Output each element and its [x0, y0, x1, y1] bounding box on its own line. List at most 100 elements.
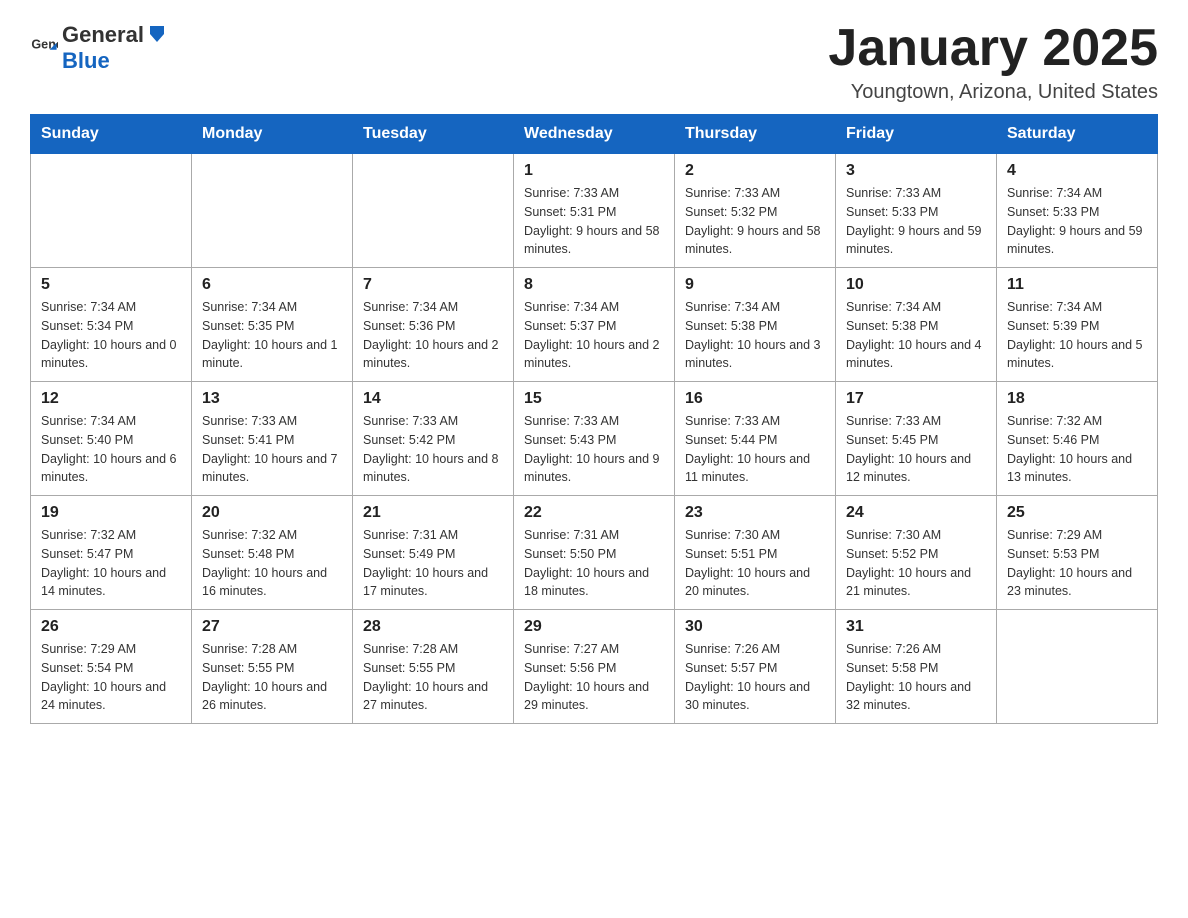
day-number: 30: [685, 618, 825, 636]
day-number: 23: [685, 504, 825, 522]
day-number: 27: [202, 618, 342, 636]
day-info: Sunrise: 7:34 AM Sunset: 5:34 PM Dayligh…: [41, 298, 181, 373]
table-row: 19Sunrise: 7:32 AM Sunset: 5:47 PM Dayli…: [31, 496, 192, 610]
logo-arrow-icon: [146, 20, 168, 42]
table-row: 8 Sunrise: 7:34 AM Sunset: 5:37 PM Daylig…: [514, 268, 675, 382]
day-number: 5: [41, 276, 181, 294]
day-info: Sunrise: 7:34 AM Sunset: 5:37 PM Dayligh…: [524, 298, 664, 373]
table-row: 3 Sunrise: 7:33 AM Sunset: 5:33 PM Daylig…: [836, 154, 997, 268]
table-row: 31 Sunrise: 7:26 AM Sunset: 5:58 PM Dayli…: [836, 610, 997, 724]
calendar-week-row: 12 Sunrise: 7:34 AM Sunset: 5:40 PM Dayli…: [31, 382, 1158, 496]
day-number: 10: [846, 276, 986, 294]
day-info: Sunrise: 7:34 AM Sunset: 5:36 PM Dayligh…: [363, 298, 503, 373]
table-row: [31, 154, 192, 268]
table-row: 9 Sunrise: 7:34 AM Sunset: 5:38 PM Daylig…: [675, 268, 836, 382]
table-row: 26Sunrise: 7:29 AM Sunset: 5:54 PM Dayli…: [31, 610, 192, 724]
day-number: 28: [363, 618, 503, 636]
day-info: Sunrise: 7:33 AM Sunset: 5:41 PM Dayligh…: [202, 412, 342, 487]
day-info: Sunrise: 7:31 AM Sunset: 5:50 PM Dayligh…: [524, 526, 664, 601]
table-row: 17Sunrise: 7:33 AM Sunset: 5:45 PM Dayli…: [836, 382, 997, 496]
logo-icon: General: [30, 33, 58, 61]
day-number: 31: [846, 618, 986, 636]
table-row: 12 Sunrise: 7:34 AM Sunset: 5:40 PM Dayli…: [31, 382, 192, 496]
day-info: Sunrise: 7:32 AM Sunset: 5:47 PM Dayligh…: [41, 526, 181, 601]
table-row: 2Sunrise: 7:33 AM Sunset: 5:32 PM Daylig…: [675, 154, 836, 268]
day-info: Sunrise: 7:28 AM Sunset: 5:55 PM Dayligh…: [202, 640, 342, 715]
page-header: General General Blue January 2025 Youngt…: [30, 20, 1158, 104]
day-info: Sunrise: 7:32 AM Sunset: 5:46 PM Dayligh…: [1007, 412, 1147, 487]
table-row: 10 Sunrise: 7:34 AM Sunset: 5:38 PM Dayli…: [836, 268, 997, 382]
table-row: 29 Sunrise: 7:27 AM Sunset: 5:56 PM Dayli…: [514, 610, 675, 724]
day-info: Sunrise: 7:33 AM Sunset: 5:42 PM Dayligh…: [363, 412, 503, 487]
table-row: 11Sunrise: 7:34 AM Sunset: 5:39 PM Dayli…: [997, 268, 1158, 382]
table-row: 5 Sunrise: 7:34 AM Sunset: 5:34 PM Daylig…: [31, 268, 192, 382]
day-number: 6: [202, 276, 342, 294]
calendar-week-row: 19Sunrise: 7:32 AM Sunset: 5:47 PM Dayli…: [31, 496, 1158, 610]
table-row: 22 Sunrise: 7:31 AM Sunset: 5:50 PM Dayli…: [514, 496, 675, 610]
day-number: 12: [41, 390, 181, 408]
day-number: 29: [524, 618, 664, 636]
day-info: Sunrise: 7:33 AM Sunset: 5:43 PM Dayligh…: [524, 412, 664, 487]
day-info: Sunrise: 7:30 AM Sunset: 5:52 PM Dayligh…: [846, 526, 986, 601]
day-number: 15: [524, 390, 664, 408]
day-info: Sunrise: 7:31 AM Sunset: 5:49 PM Dayligh…: [363, 526, 503, 601]
day-info: Sunrise: 7:28 AM Sunset: 5:55 PM Dayligh…: [363, 640, 503, 715]
logo-text-general: General: [62, 22, 144, 48]
calendar-table: Sunday Monday Tuesday Wednesday Thursday…: [30, 114, 1158, 724]
day-info: Sunrise: 7:26 AM Sunset: 5:57 PM Dayligh…: [685, 640, 825, 715]
day-number: 20: [202, 504, 342, 522]
calendar-week-row: 5 Sunrise: 7:34 AM Sunset: 5:34 PM Daylig…: [31, 268, 1158, 382]
table-row: 18 Sunrise: 7:32 AM Sunset: 5:46 PM Dayli…: [997, 382, 1158, 496]
day-info: Sunrise: 7:34 AM Sunset: 5:38 PM Dayligh…: [846, 298, 986, 373]
table-row: [192, 154, 353, 268]
day-info: Sunrise: 7:32 AM Sunset: 5:48 PM Dayligh…: [202, 526, 342, 601]
logo: General General Blue: [30, 20, 170, 74]
calendar-week-row: 1 Sunrise: 7:33 AM Sunset: 5:31 PM Daylig…: [31, 154, 1158, 268]
table-row: 24 Sunrise: 7:30 AM Sunset: 5:52 PM Dayli…: [836, 496, 997, 610]
day-number: 9: [685, 276, 825, 294]
day-info: Sunrise: 7:29 AM Sunset: 5:54 PM Dayligh…: [41, 640, 181, 715]
month-title: January 2025: [828, 20, 1158, 77]
day-number: 14: [363, 390, 503, 408]
day-info: Sunrise: 7:34 AM Sunset: 5:39 PM Dayligh…: [1007, 298, 1147, 373]
table-row: 20 Sunrise: 7:32 AM Sunset: 5:48 PM Dayli…: [192, 496, 353, 610]
title-block: January 2025 Youngtown, Arizona, United …: [828, 20, 1158, 104]
day-number: 21: [363, 504, 503, 522]
day-info: Sunrise: 7:34 AM Sunset: 5:33 PM Dayligh…: [1007, 184, 1147, 259]
day-info: Sunrise: 7:33 AM Sunset: 5:33 PM Dayligh…: [846, 184, 986, 259]
location-subtitle: Youngtown, Arizona, United States: [828, 81, 1158, 104]
table-row: 27 Sunrise: 7:28 AM Sunset: 5:55 PM Dayli…: [192, 610, 353, 724]
header-saturday: Saturday: [997, 115, 1158, 154]
day-info: Sunrise: 7:27 AM Sunset: 5:56 PM Dayligh…: [524, 640, 664, 715]
table-row: 14 Sunrise: 7:33 AM Sunset: 5:42 PM Dayli…: [353, 382, 514, 496]
table-row: 13Sunrise: 7:33 AM Sunset: 5:41 PM Dayli…: [192, 382, 353, 496]
day-info: Sunrise: 7:33 AM Sunset: 5:44 PM Dayligh…: [685, 412, 825, 487]
day-number: 24: [846, 504, 986, 522]
day-info: Sunrise: 7:33 AM Sunset: 5:31 PM Dayligh…: [524, 184, 664, 259]
day-info: Sunrise: 7:26 AM Sunset: 5:58 PM Dayligh…: [846, 640, 986, 715]
day-number: 16: [685, 390, 825, 408]
table-row: 6 Sunrise: 7:34 AM Sunset: 5:35 PM Daylig…: [192, 268, 353, 382]
calendar-week-row: 26Sunrise: 7:29 AM Sunset: 5:54 PM Dayli…: [31, 610, 1158, 724]
header-friday: Friday: [836, 115, 997, 154]
day-number: 3: [846, 162, 986, 180]
table-row: 4Sunrise: 7:34 AM Sunset: 5:33 PM Daylig…: [997, 154, 1158, 268]
header-monday: Monday: [192, 115, 353, 154]
table-row: 15 Sunrise: 7:33 AM Sunset: 5:43 PM Dayli…: [514, 382, 675, 496]
day-number: 8: [524, 276, 664, 294]
logo-text-blue: Blue: [62, 48, 110, 73]
day-number: 1: [524, 162, 664, 180]
day-info: Sunrise: 7:34 AM Sunset: 5:35 PM Dayligh…: [202, 298, 342, 373]
header-sunday: Sunday: [31, 115, 192, 154]
day-info: Sunrise: 7:34 AM Sunset: 5:40 PM Dayligh…: [41, 412, 181, 487]
day-number: 22: [524, 504, 664, 522]
header-wednesday: Wednesday: [514, 115, 675, 154]
table-row: 28 Sunrise: 7:28 AM Sunset: 5:55 PM Dayli…: [353, 610, 514, 724]
day-info: Sunrise: 7:34 AM Sunset: 5:38 PM Dayligh…: [685, 298, 825, 373]
day-number: 2: [685, 162, 825, 180]
weekday-header-row: Sunday Monday Tuesday Wednesday Thursday…: [31, 115, 1158, 154]
table-row: [353, 154, 514, 268]
header-thursday: Thursday: [675, 115, 836, 154]
day-number: 7: [363, 276, 503, 294]
day-number: 18: [1007, 390, 1147, 408]
